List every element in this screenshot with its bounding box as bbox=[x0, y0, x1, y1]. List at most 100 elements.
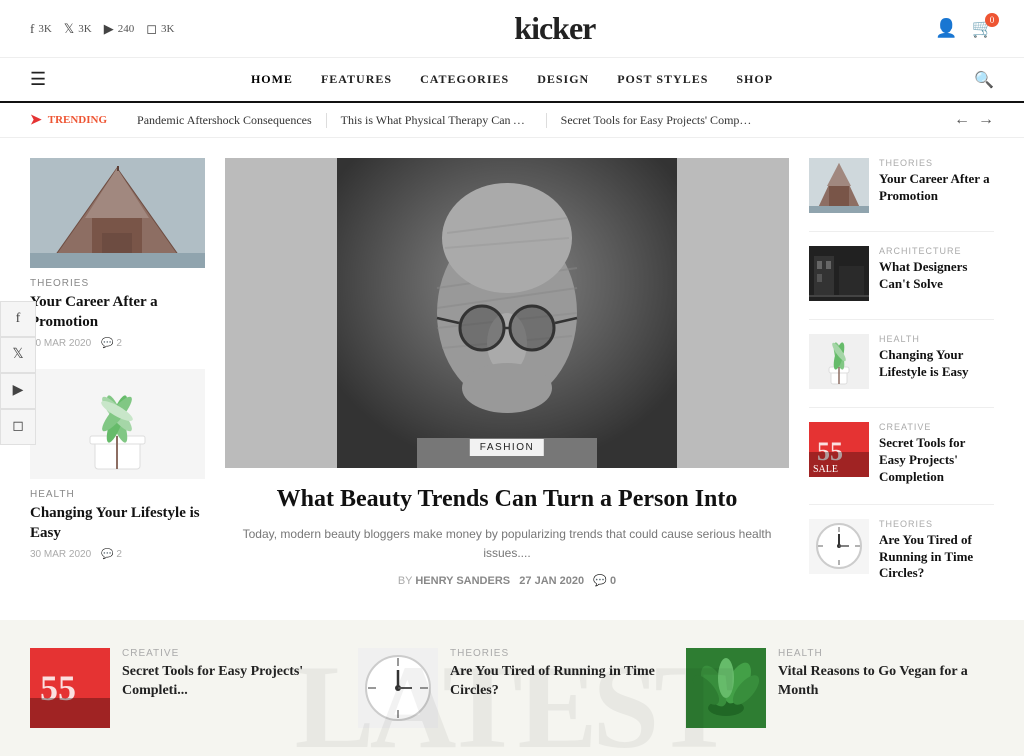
right-article-5-title: Are You Tired of Running in Time Circles… bbox=[879, 532, 994, 583]
cart-count: 0 bbox=[985, 13, 999, 27]
right-article-4-thumb: 55 SALE bbox=[809, 422, 869, 477]
left-article-1-comments: 💬 2 bbox=[101, 338, 122, 349]
facebook-icon: f bbox=[30, 21, 34, 37]
main-content: THEORIES Your Career After a Promotion 3… bbox=[0, 138, 1024, 620]
divider-4 bbox=[809, 504, 994, 505]
facebook-count: 3K bbox=[38, 23, 51, 35]
nav-post-styles[interactable]: POST STYLES bbox=[617, 72, 708, 87]
divider-2 bbox=[809, 319, 994, 320]
search-icon[interactable]: 🔍 bbox=[974, 70, 994, 90]
hero-date: 27 JAN 2020 bbox=[519, 575, 584, 587]
right-column: THEORIES Your Career After a Promotion A… bbox=[809, 158, 994, 600]
right-article-2[interactable]: ARCHITECTURE What Designers Can't Solve bbox=[809, 246, 994, 301]
bottom-card-2-category: THEORIES bbox=[450, 648, 666, 659]
right-article-2-thumb bbox=[809, 246, 869, 301]
left-article-1-meta: 30 MAR 2020 💬 2 bbox=[30, 338, 205, 349]
social-twitter[interactable]: 𝕏 3K bbox=[64, 21, 92, 37]
right-article-1-title: Your Career After a Promotion bbox=[879, 171, 994, 205]
bottom-strip: LATEST 55 CREATIVE Secret Tools for Easy… bbox=[0, 620, 1024, 756]
user-icon[interactable]: 👤 bbox=[935, 18, 957, 39]
youtube-icon: ▶ bbox=[104, 21, 114, 37]
trending-bar: ➤ TRENDING Pandemic Aftershock Consequen… bbox=[0, 103, 1024, 138]
bottom-card-3-thumb bbox=[686, 648, 766, 728]
left-column: THEORIES Your Career After a Promotion 3… bbox=[30, 158, 205, 600]
left-article-2[interactable]: HEALTH Changing Your Lifestyle is Easy 3… bbox=[30, 369, 205, 560]
social-instagram[interactable]: ◻ 3K bbox=[146, 21, 174, 37]
right-article-3-category: HEALTH bbox=[879, 334, 994, 344]
bottom-card-3-title: Vital Reasons to Go Vegan for a Month bbox=[778, 663, 994, 699]
right-article-1-info: THEORIES Your Career After a Promotion bbox=[879, 158, 994, 205]
right-article-3-title: Changing Your Lifestyle is Easy bbox=[879, 347, 994, 381]
hero-category: FASHION bbox=[470, 439, 544, 456]
top-bar-right: 👤 🛒 0 bbox=[935, 18, 994, 39]
bottom-card-1-title: Secret Tools for Easy Projects' Completi… bbox=[122, 663, 338, 699]
float-facebook[interactable]: f bbox=[0, 301, 36, 337]
bottom-card-1-info: CREATIVE Secret Tools for Easy Projects'… bbox=[122, 648, 338, 699]
nav-shop[interactable]: SHOP bbox=[736, 72, 773, 87]
nav-features[interactable]: FEATURES bbox=[321, 72, 392, 87]
nav-design[interactable]: DESIGN bbox=[537, 72, 589, 87]
right-article-5[interactable]: THEORIES Are You Tired of Running in Tim… bbox=[809, 519, 994, 583]
hero-image[interactable]: FASHION bbox=[225, 158, 789, 468]
right-article-4[interactable]: 55 SALE CREATIVE Secret Tools for Easy P… bbox=[809, 422, 994, 486]
float-twitter[interactable]: 𝕏 bbox=[0, 337, 36, 373]
right-article-3[interactable]: HEALTH Changing Your Lifestyle is Easy bbox=[809, 334, 994, 389]
trending-items: Pandemic Aftershock Consequences This is… bbox=[123, 113, 938, 128]
nav-home[interactable]: HOME bbox=[251, 72, 293, 87]
right-article-2-info: ARCHITECTURE What Designers Can't Solve bbox=[879, 246, 994, 293]
left-article-2-title: Changing Your Lifestyle is Easy bbox=[30, 504, 205, 543]
bottom-card-3-category: HEALTH bbox=[778, 648, 994, 659]
trending-flame-icon: ➤ bbox=[30, 112, 42, 129]
right-article-4-category: CREATIVE bbox=[879, 422, 994, 432]
right-article-1[interactable]: THEORIES Your Career After a Promotion bbox=[809, 158, 994, 213]
trending-item-1[interactable]: Pandemic Aftershock Consequences bbox=[123, 113, 327, 128]
divider-1 bbox=[809, 231, 994, 232]
bottom-card-2-thumb bbox=[358, 648, 438, 728]
bottom-card-1[interactable]: 55 CREATIVE Secret Tools for Easy Projec… bbox=[30, 648, 338, 728]
left-article-1-category: THEORIES bbox=[30, 278, 205, 289]
right-article-5-category: THEORIES bbox=[879, 519, 994, 529]
float-instagram[interactable]: ◻ bbox=[0, 409, 36, 445]
svg-text:SALE: SALE bbox=[813, 464, 838, 475]
top-bar: f 3K 𝕏 3K ▶ 240 ◻ 3K kicker 👤 🛒 0 bbox=[0, 0, 1024, 58]
center-column: FASHION What Beauty Trends Can Turn a Pe… bbox=[225, 158, 789, 600]
left-article-1[interactable]: THEORIES Your Career After a Promotion 3… bbox=[30, 158, 205, 349]
trending-next[interactable]: → bbox=[978, 111, 994, 129]
left-article-2-comments: 💬 2 bbox=[101, 549, 122, 560]
cart-button[interactable]: 🛒 0 bbox=[972, 18, 994, 39]
right-article-2-category: ARCHITECTURE bbox=[879, 246, 994, 256]
site-logo[interactable]: kicker bbox=[514, 10, 595, 47]
bottom-card-3[interactable]: HEALTH Vital Reasons to Go Vegan for a M… bbox=[686, 648, 994, 728]
trending-prev[interactable]: ← bbox=[954, 111, 970, 129]
bottom-card-2-info: THEORIES Are You Tired of Running in Tim… bbox=[450, 648, 666, 699]
float-youtube[interactable]: ▶ bbox=[0, 373, 36, 409]
hero-comments: 0 bbox=[610, 575, 616, 587]
divider-3 bbox=[809, 407, 994, 408]
right-article-5-info: THEORIES Are You Tired of Running in Tim… bbox=[879, 519, 994, 583]
social-youtube[interactable]: ▶ 240 bbox=[104, 21, 135, 37]
hero-excerpt: Today, modern beauty bloggers make money… bbox=[225, 525, 789, 563]
social-links: f 3K 𝕏 3K ▶ 240 ◻ 3K bbox=[30, 21, 174, 37]
right-article-5-thumb bbox=[809, 519, 869, 574]
social-facebook[interactable]: f 3K bbox=[30, 21, 52, 37]
twitter-icon: 𝕏 bbox=[64, 21, 74, 37]
hero-meta: BY HENRY SANDERS 27 JAN 2020 💬 0 bbox=[225, 574, 789, 587]
hero-image-svg bbox=[225, 158, 789, 468]
bottom-card-2[interactable]: THEORIES Are You Tired of Running in Tim… bbox=[358, 648, 666, 728]
right-article-1-category: THEORIES bbox=[879, 158, 994, 168]
right-article-3-thumb bbox=[809, 334, 869, 389]
right-article-4-info: CREATIVE Secret Tools for Easy Projects'… bbox=[879, 422, 994, 486]
twitter-count: 3K bbox=[78, 23, 91, 35]
hero-author: HENRY SANDERS bbox=[415, 575, 510, 587]
trending-item-3[interactable]: Secret Tools for Easy Projects' Compl ..… bbox=[547, 113, 767, 128]
bottom-card-3-info: HEALTH Vital Reasons to Go Vegan for a M… bbox=[778, 648, 994, 699]
left-article-1-date: 30 MAR 2020 bbox=[30, 338, 91, 349]
menu-icon[interactable]: ☰ bbox=[30, 69, 46, 90]
instagram-icon: ◻ bbox=[146, 21, 157, 37]
left-article-2-thumb bbox=[30, 369, 205, 479]
nav-categories[interactable]: CATEGORIES bbox=[420, 72, 509, 87]
trending-item-2[interactable]: This is What Physical Therapy Can Ac... bbox=[327, 113, 547, 128]
instagram-count: 3K bbox=[161, 23, 174, 35]
youtube-count: 240 bbox=[118, 23, 135, 35]
hero-title[interactable]: What Beauty Trends Can Turn a Person Int… bbox=[225, 484, 789, 515]
